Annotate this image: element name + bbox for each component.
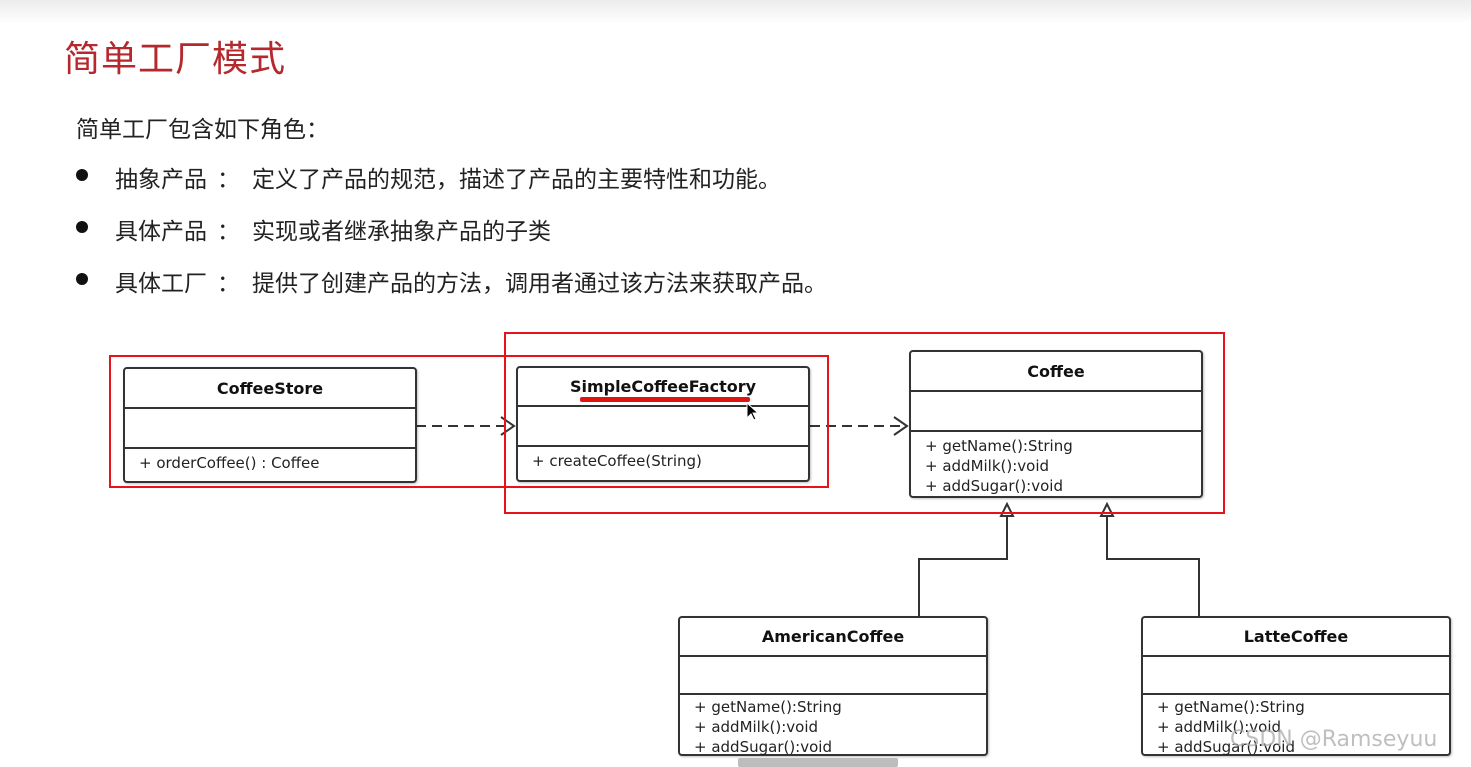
- class-name: LatteCoffee: [1143, 618, 1449, 657]
- class-operations: + getName():String + addMilk():void + ad…: [680, 695, 986, 757]
- highlight-underline: [580, 397, 750, 402]
- highlight-box-factory-product: [504, 332, 1225, 514]
- inheritance-latte-coffee: [1106, 516, 1200, 617]
- class-attributes: [1143, 657, 1449, 695]
- operation: + addSugar():void: [694, 738, 832, 756]
- operation: + getName():String: [694, 698, 842, 716]
- class-name: AmericanCoffee: [680, 618, 986, 657]
- class-attributes: [680, 657, 986, 695]
- operation: + addMilk():void: [694, 718, 819, 736]
- operation: + getName():String: [1157, 698, 1305, 716]
- inheritance-american-coffee: [918, 516, 1008, 617]
- class-american-coffee: AmericanCoffee + getName():String + addM…: [678, 616, 988, 756]
- scrollbar[interactable]: [738, 758, 898, 767]
- mouse-cursor-icon: [746, 402, 760, 421]
- watermark: CSDN @Ramseyuu: [1230, 727, 1438, 752]
